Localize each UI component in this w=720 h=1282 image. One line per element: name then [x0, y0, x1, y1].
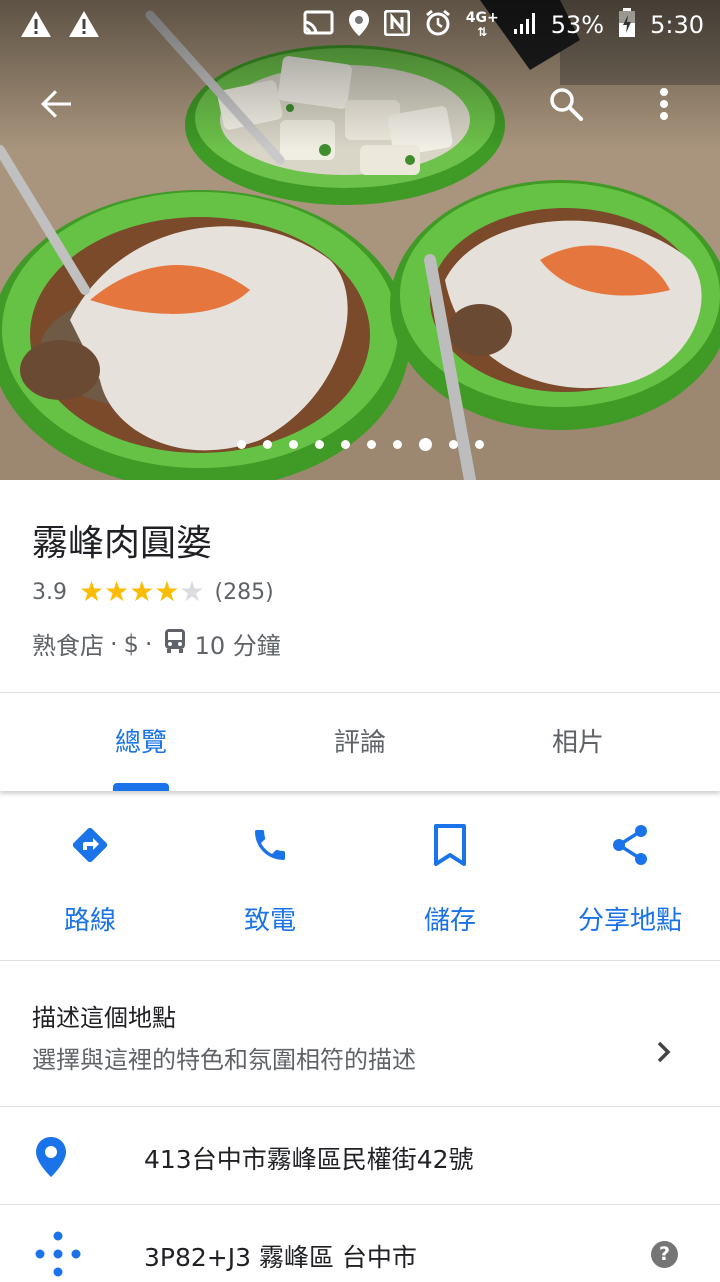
carousel-dot: [418, 438, 432, 451]
clock: 5:30: [650, 11, 704, 39]
rating-row[interactable]: 3.9 ★ ★ ★ ★ ★ (285): [32, 578, 274, 606]
directions-label: 路線: [63, 906, 116, 936]
carousel-dot: [474, 440, 484, 449]
cast-icon: [302, 10, 334, 40]
photo-carousel-indicator: [0, 438, 720, 451]
signal-icon: [513, 11, 537, 39]
describe-subtitle: 選擇與這裡的特色和氛圍相符的描述: [32, 1046, 416, 1074]
carousel-dot: [262, 440, 272, 449]
save-button[interactable]: 儲存: [360, 820, 540, 937]
star-icon: ★: [104, 575, 130, 608]
place-pin-icon: [34, 1136, 68, 1182]
search-button[interactable]: [542, 82, 590, 130]
directions-icon: [0, 820, 180, 870]
place-photo[interactable]: 4G+ ⇅ 53% 5:30: [0, 0, 720, 480]
carousel-dot: [392, 440, 402, 449]
nfc-icon: [383, 9, 411, 40]
phone-icon: [180, 820, 360, 870]
place-meta: 熟食店 · $ · 10 分鐘: [32, 626, 281, 661]
transit-time: 10 分鐘: [194, 632, 281, 660]
chevron-right-icon: [652, 1038, 676, 1070]
location-icon: [348, 9, 370, 41]
share-button[interactable]: 分享地點: [540, 820, 720, 937]
search-icon: [548, 86, 584, 126]
tab-overview[interactable]: 總覽: [31, 693, 251, 791]
back-arrow-icon: [38, 86, 74, 126]
carousel-dot: [366, 440, 376, 449]
star-icon: ★: [179, 575, 205, 608]
share-icon: [540, 820, 720, 870]
directions-button[interactable]: 路線: [0, 820, 180, 937]
transit-icon: [163, 628, 187, 660]
separator: ·: [144, 629, 153, 658]
carousel-dot: [288, 440, 298, 449]
describe-place-row[interactable]: [0, 961, 720, 1106]
price-level: $: [123, 629, 139, 658]
separator: ·: [110, 629, 118, 658]
rating-value: 3.9: [32, 579, 67, 605]
review-count: (285): [214, 579, 274, 605]
carousel-dot: [340, 440, 350, 449]
address-text: 413台中市霧峰區民權街42號: [144, 1145, 474, 1174]
status-bar: 4G+ ⇅ 53% 5:30: [0, 0, 720, 50]
place-tabs: 總覽 評論 相片: [0, 692, 720, 791]
place-category: 熟食店: [32, 632, 104, 660]
back-button[interactable]: [32, 82, 80, 130]
call-label: 致電: [243, 906, 296, 936]
place-name: 霧峰肉圓婆: [32, 523, 213, 564]
more-options-button[interactable]: [640, 82, 688, 130]
carousel-dot: [448, 440, 458, 449]
star-icon: ★: [129, 575, 155, 608]
tab-photos[interactable]: 相片: [468, 693, 688, 791]
battery-percent: 53%: [550, 11, 605, 39]
call-button[interactable]: 致電: [180, 820, 360, 937]
action-buttons: 路線 致電 儲存 分享地點: [0, 800, 720, 960]
star-icon: ★: [79, 575, 105, 608]
carousel-dot: [236, 440, 246, 449]
carousel-dot: [314, 440, 324, 449]
plus-code-icon: [34, 1230, 82, 1282]
warning-icon: [68, 10, 100, 42]
share-label: 分享地點: [577, 906, 682, 936]
tab-reviews[interactable]: 評論: [250, 693, 470, 791]
battery-icon: [618, 8, 636, 42]
more-vert-icon: [659, 87, 669, 125]
active-tab-indicator: [113, 783, 169, 791]
bookmark-icon: [360, 820, 540, 870]
rating-stars: ★ ★ ★ ★ ★: [79, 578, 205, 606]
warning-icon: [20, 10, 52, 42]
save-label: 儲存: [423, 906, 476, 936]
network-type: 4G+ ⇅: [465, 10, 499, 39]
star-icon: ★: [154, 575, 180, 608]
alarm-icon: [424, 9, 452, 41]
plus-code-text: 3P82+J3 霧峰區 台中市: [144, 1243, 417, 1272]
help-icon[interactable]: ?: [651, 1241, 678, 1268]
describe-title: 描述這個地點: [32, 1004, 176, 1032]
